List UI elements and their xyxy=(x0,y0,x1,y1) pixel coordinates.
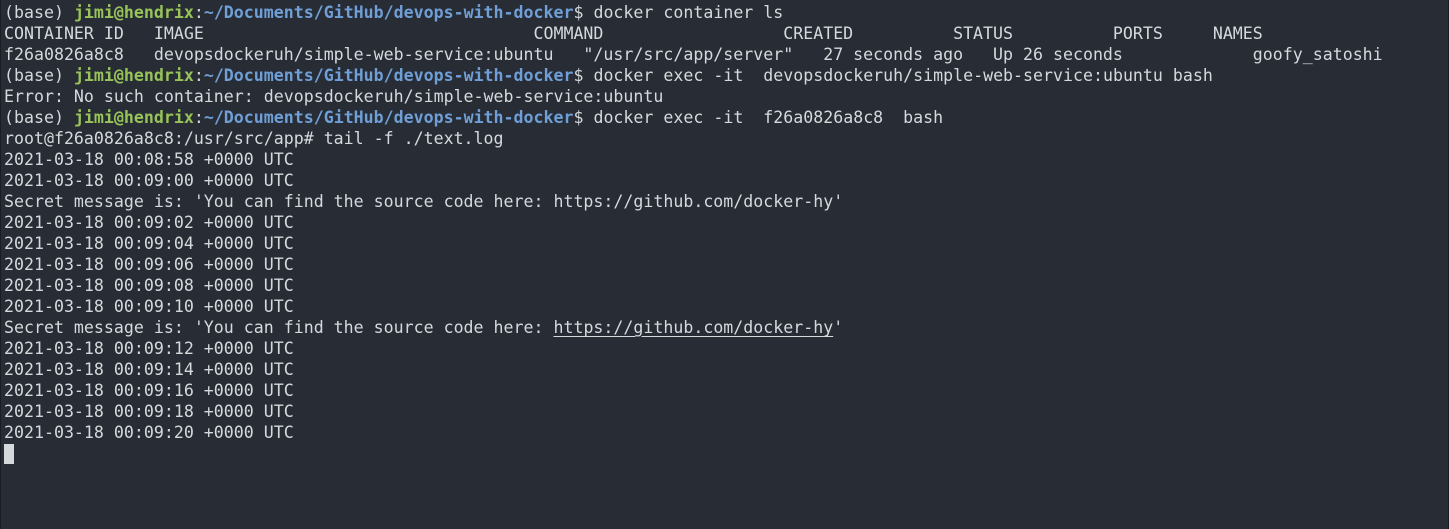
prompt-symbol: $ xyxy=(573,3,594,22)
table-row: f26a0826a8c8 devopsdockeruh/simple-web-s… xyxy=(4,45,1383,64)
log-line: 2021-03-18 00:09:02 +0000 UTC xyxy=(4,213,294,232)
conda-env: (base) xyxy=(4,3,74,22)
prompt-line: (base) jimi@hendrix:~/Documents/GitHub/d… xyxy=(4,2,1448,23)
prompt-colon: : xyxy=(193,66,204,85)
prompt-user: jimi@hendrix xyxy=(73,66,194,85)
cursor-line xyxy=(4,443,1448,464)
prompt-path: ~/Documents/GitHub/devops-with-docker xyxy=(203,66,574,85)
table-header: CONTAINER ID IMAGE COMMAND CREATED STATU… xyxy=(4,24,1263,43)
prompt-symbol: $ xyxy=(573,66,594,85)
conda-env: (base) xyxy=(4,108,74,127)
log-line: Secret message is: 'You can find the sou… xyxy=(4,317,1448,338)
log-line: 2021-03-18 00:09:14 +0000 UTC xyxy=(4,360,294,379)
log-line: 2021-03-18 00:09:10 +0000 UTC xyxy=(4,297,294,316)
prompt-colon: : xyxy=(193,3,204,22)
log-line: 2021-03-18 00:09:06 +0000 UTC xyxy=(4,255,294,274)
github-link[interactable]: https://github.com/docker-hy xyxy=(553,318,833,337)
block-cursor xyxy=(4,444,14,464)
terminal-window[interactable]: (base) jimi@hendrix:~/Documents/GitHub/d… xyxy=(0,0,1449,529)
log-line: 2021-03-18 00:09:16 +0000 UTC xyxy=(4,381,294,400)
log-line: 2021-03-18 00:09:12 +0000 UTC xyxy=(4,339,294,358)
prompt-user: jimi@hendrix xyxy=(73,3,194,22)
prompt-line: (base) jimi@hendrix:~/Documents/GitHub/d… xyxy=(4,65,1448,86)
log-line: 2021-03-18 00:09:20 +0000 UTC xyxy=(4,423,294,442)
conda-env: (base) xyxy=(4,66,74,85)
prompt-symbol: $ xyxy=(573,108,594,127)
log-line: 2021-03-18 00:09:08 +0000 UTC xyxy=(4,276,294,295)
log-line: 2021-03-18 00:08:58 +0000 UTC xyxy=(4,150,294,169)
root-prompt-line: root@f26a0826a8c8:/usr/src/app# tail -f … xyxy=(4,129,504,148)
log-text: ' xyxy=(833,318,844,337)
log-line: Secret message is: 'You can find the sou… xyxy=(4,192,844,211)
command-text: docker exec -it f26a0826a8c8 bash xyxy=(593,108,944,127)
error-message: Error: No such container: devopsdockeruh… xyxy=(4,87,664,106)
log-line: 2021-03-18 00:09:04 +0000 UTC xyxy=(4,234,294,253)
prompt-path: ~/Documents/GitHub/devops-with-docker xyxy=(203,3,574,22)
log-text: Secret message is: 'You can find the sou… xyxy=(4,318,554,337)
prompt-user: jimi@hendrix xyxy=(73,108,194,127)
log-line: 2021-03-18 00:09:18 +0000 UTC xyxy=(4,402,294,421)
prompt-colon: : xyxy=(193,108,204,127)
prompt-line: (base) jimi@hendrix:~/Documents/GitHub/d… xyxy=(4,107,1448,128)
prompt-path: ~/Documents/GitHub/devops-with-docker xyxy=(203,108,574,127)
command-text: docker exec -it devopsdockeruh/simple-we… xyxy=(593,66,1213,85)
log-line: 2021-03-18 00:09:00 +0000 UTC xyxy=(4,171,294,190)
command-text: docker container ls xyxy=(593,3,784,22)
